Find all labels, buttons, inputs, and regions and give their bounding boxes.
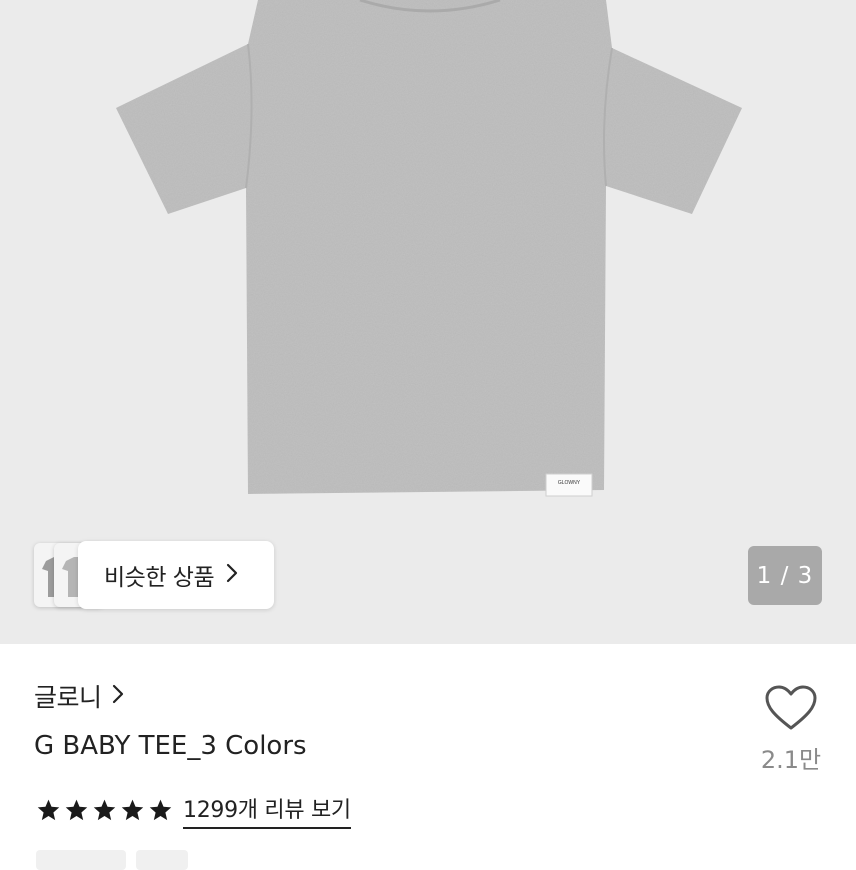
star-icon: [37, 799, 60, 821]
rating-row: 1299개 리뷰 보기: [36, 792, 351, 829]
product-title: G BABY TEE_3 Colors: [34, 731, 307, 761]
star-icon: [93, 799, 116, 821]
heart-outline-icon: [765, 685, 817, 730]
brand-link[interactable]: 글로니: [34, 678, 124, 714]
product-image-carousel[interactable]: GLOWNY 비슷한 상품 1 / 3: [0, 0, 856, 644]
tag-chip[interactable]: [136, 850, 188, 870]
t-shirt-shape: [116, 0, 742, 494]
chevron-right-icon: [226, 563, 238, 587]
star-icon: [149, 799, 172, 821]
like-count: 2.1만: [760, 746, 822, 774]
chevron-right-icon: [112, 684, 124, 708]
similar-products-button[interactable]: 비슷한 상품: [78, 541, 274, 609]
review-link[interactable]: 1299개 리뷰 보기: [183, 792, 351, 829]
tag-chips: [36, 850, 188, 870]
star-rating: [36, 798, 173, 823]
similar-products-label: 비슷한 상품: [104, 565, 215, 591]
like-button[interactable]: 2.1만: [756, 684, 826, 780]
tag-chip[interactable]: [36, 850, 126, 870]
brand-tag-text: GLOWNY: [558, 480, 581, 486]
brand-name: 글로니: [34, 683, 102, 712]
star-icon: [65, 799, 88, 821]
image-page-indicator: 1 / 3: [748, 546, 822, 605]
product-info: 글로니 G BABY TEE_3 Colors 1299개 리뷰 보기 2.1만: [0, 644, 856, 870]
star-icon: [121, 799, 144, 821]
